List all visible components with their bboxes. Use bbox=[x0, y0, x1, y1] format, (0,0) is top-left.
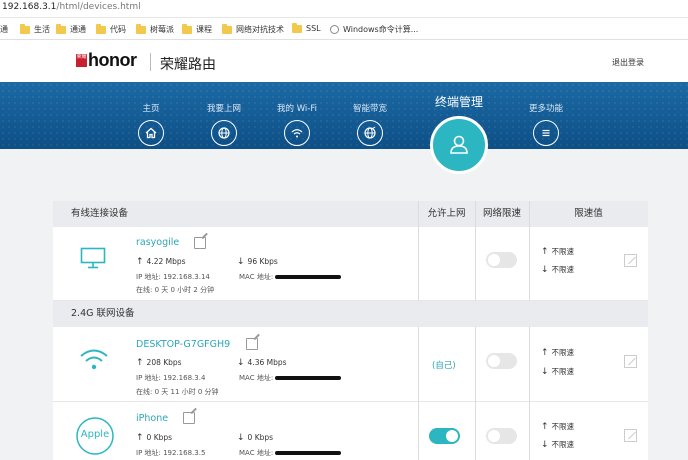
folder-icon bbox=[20, 23, 30, 34]
limit-up: ↑ 不限速 bbox=[541, 247, 575, 257]
nav-item-devices[interactable] bbox=[430, 116, 488, 174]
honor-logo-badge: 荣耀 bbox=[76, 54, 87, 67]
bookmark-4[interactable]: 树莓派 bbox=[136, 23, 174, 35]
limit-toggle[interactable] bbox=[486, 428, 517, 444]
product-name: 荣耀路由 bbox=[160, 57, 216, 73]
mac-address: MAC 地址: bbox=[239, 272, 342, 282]
logo-divider bbox=[150, 53, 151, 71]
nav-item-devices-label[interactable]: 终端管理 bbox=[409, 93, 509, 110]
nav-item-internet[interactable]: 我要上网 bbox=[194, 82, 254, 146]
redaction-bar bbox=[275, 376, 342, 380]
table-row: Apple iPhone ↑ 0 Kbps ↓ 0 Kbps IP 地址: 192.… bbox=[53, 402, 648, 460]
limit-down: ↓ 不限速 bbox=[541, 265, 575, 275]
bookmark-0[interactable]: 通 bbox=[0, 24, 8, 35]
wifi-device-icon bbox=[80, 349, 108, 370]
folder-icon bbox=[56, 23, 66, 34]
download-speed: ↓ 4.36 Mbps bbox=[237, 358, 287, 368]
router-header: 荣耀 honor 荣耀路由 退出登录 bbox=[0, 40, 688, 82]
redaction-bar bbox=[275, 275, 342, 279]
nav-item-home[interactable]: 主页 bbox=[121, 82, 181, 146]
upload-speed: ↑ 4.22 Mbps bbox=[136, 257, 186, 267]
limit-down: ↓ 不限速 bbox=[541, 440, 575, 450]
col-divider bbox=[529, 227, 530, 301]
globe-icon bbox=[330, 25, 339, 34]
bandwidth-icon bbox=[357, 120, 383, 146]
limit-toggle[interactable] bbox=[486, 353, 517, 369]
wifi-icon bbox=[284, 120, 310, 146]
upload-speed: ↑ 0 Kbps bbox=[136, 433, 173, 443]
device-name: DESKTOP-G7GFGH9 bbox=[136, 339, 231, 350]
bookmark-6[interactable]: 网络对抗技术 bbox=[222, 23, 284, 35]
apple-icon-label: Apple bbox=[80, 429, 110, 440]
limit-toggle[interactable] bbox=[486, 252, 517, 268]
edit-limit-icon[interactable] bbox=[624, 429, 637, 442]
bookmark-2[interactable]: 通通 bbox=[56, 23, 86, 35]
bookmark-5[interactable]: 课程 bbox=[182, 23, 212, 35]
device-name: rasyogile bbox=[136, 237, 180, 248]
edit-name-icon[interactable] bbox=[246, 338, 258, 350]
self-label: (自己) bbox=[432, 361, 456, 371]
header-limit: 网络限速 bbox=[475, 201, 529, 227]
col-divider bbox=[529, 201, 530, 227]
limit-up: ↑ 不限速 bbox=[541, 348, 575, 358]
nav-item-wifi[interactable]: 我的 Wi-Fi bbox=[267, 82, 327, 146]
menu-icon bbox=[533, 120, 559, 146]
col-divider bbox=[475, 201, 476, 227]
limit-down: ↓ 不限速 bbox=[541, 367, 575, 377]
folder-icon bbox=[96, 23, 106, 34]
col-divider bbox=[418, 327, 419, 460]
address-bar[interactable]: 192.168.3.1/html/devices.html bbox=[0, 0, 688, 18]
device-table: 有线连接设备 允许上网 网络限速 限速值 rasyogile ↑ 4.22 Mbp… bbox=[53, 201, 648, 460]
header-limit-value: 限速值 bbox=[529, 201, 648, 227]
bookmark-3[interactable]: 代码 bbox=[96, 23, 126, 35]
edit-name-icon[interactable] bbox=[183, 412, 195, 424]
mac-address: MAC 地址: bbox=[239, 373, 342, 383]
edit-limit-icon[interactable] bbox=[624, 254, 637, 267]
limit-up: ↑ 不限速 bbox=[541, 422, 575, 432]
online-time: 在线: 0 天 11 小时 0 分钟 bbox=[136, 388, 219, 396]
edit-limit-icon[interactable] bbox=[624, 355, 637, 368]
col-divider bbox=[529, 327, 530, 460]
mac-address: MAC 地址: bbox=[239, 448, 342, 458]
table-row: DESKTOP-G7GFGH9 ↑ 208 Kbps ↓ 4.36 Mbps IP … bbox=[53, 327, 648, 402]
device-name: iPhone bbox=[136, 413, 169, 424]
monitor-icon bbox=[80, 247, 106, 269]
folder-icon bbox=[222, 23, 232, 34]
honor-logo: honor bbox=[88, 50, 137, 70]
header-allow: 允许上网 bbox=[418, 201, 475, 227]
ip-address: IP 地址: 192.168.3.4 bbox=[136, 374, 206, 382]
globe-icon bbox=[211, 120, 237, 146]
ip-address: IP 地址: 192.168.3.5 bbox=[136, 449, 206, 457]
download-speed: ↓ 0 Kbps bbox=[237, 433, 274, 443]
bookmark-1[interactable]: 生活 bbox=[20, 23, 50, 35]
logout-link[interactable]: 退出登录 bbox=[612, 57, 644, 68]
table-row: rasyogile ↑ 4.22 Mbps ↓ 96 Kbps IP 地址: 192… bbox=[53, 227, 648, 301]
edit-name-icon[interactable] bbox=[194, 237, 206, 249]
user-icon bbox=[450, 135, 468, 154]
nav-item-bandwidth[interactable]: 智能带宽 bbox=[340, 82, 400, 146]
bookmarks-bar: 通 生活 通通 代码 树莓派 课程 网络对抗技术 SSL Windows命令计算… bbox=[0, 18, 688, 40]
online-time: 在线: 0 天 0 小时 2 分钟 bbox=[136, 286, 215, 294]
folder-icon bbox=[182, 23, 192, 34]
col-divider bbox=[475, 327, 476, 460]
bookmark-7[interactable]: SSL bbox=[292, 22, 321, 33]
upload-speed: ↑ 208 Kbps bbox=[136, 358, 182, 368]
download-speed: ↓ 96 Kbps bbox=[237, 257, 278, 267]
header-wired-devices: 有线连接设备 bbox=[53, 201, 418, 227]
redaction-bar bbox=[275, 451, 342, 455]
col-divider bbox=[418, 201, 419, 227]
allow-toggle[interactable] bbox=[429, 428, 460, 444]
section-24g: 2.4G 联网设备 bbox=[53, 301, 648, 327]
url-text[interactable]: 192.168.3.1/html/devices.html bbox=[2, 2, 141, 12]
ip-address: IP 地址: 192.168.3.14 bbox=[136, 273, 210, 281]
nav-item-more[interactable]: 更多功能 bbox=[516, 82, 576, 146]
home-icon bbox=[138, 120, 164, 146]
folder-icon bbox=[136, 23, 146, 34]
folder-icon bbox=[292, 22, 302, 33]
bookmark-8[interactable]: Windows命令计算... bbox=[330, 24, 418, 35]
main-nav: 主页 我要上网 我的 Wi-Fi 智能带宽 更多功能 终端管理 bbox=[0, 82, 688, 149]
col-divider bbox=[418, 227, 419, 301]
col-divider bbox=[475, 227, 476, 301]
